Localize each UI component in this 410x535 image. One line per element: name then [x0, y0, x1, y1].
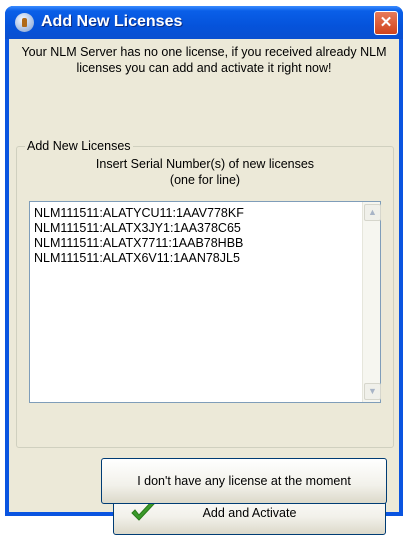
scroll-up-arrow-icon[interactable]: ▲ [364, 204, 381, 221]
group-legend: Add New Licenses [25, 139, 133, 153]
add-licenses-group: Add New Licenses Insert Serial Number(s)… [16, 139, 394, 535]
instruction-line-2: (one for line) [169, 173, 241, 187]
title-bar[interactable]: Add New Licenses ✕ [5, 6, 403, 39]
scroll-down-arrow-icon[interactable]: ▼ [364, 383, 381, 400]
app-icon [15, 13, 34, 32]
instruction-line-1: Insert Serial Number(s) of new licenses [95, 157, 315, 171]
instruction-text: Insert Serial Number(s) of new licenses … [17, 156, 393, 188]
serial-numbers-text: NLM111511:ALATYCU11:1AAV778KF NLM111511:… [34, 206, 244, 265]
serial-numbers-textarea[interactable]: NLM111511:ALATYCU11:1AAV778KF NLM111511:… [29, 201, 381, 403]
vertical-scrollbar[interactable]: ▲ ▼ [362, 202, 381, 402]
dialog-window: Add New Licenses ✕ Your NLM Server has n… [5, 6, 403, 535]
add-and-activate-label: Add and Activate [202, 505, 297, 520]
no-license-label: I don't have any license at the moment [137, 474, 351, 488]
info-message: Your NLM Server has no one license, if y… [21, 45, 387, 75]
window-title: Add New Licenses [41, 13, 183, 30]
close-button[interactable]: ✕ [374, 11, 398, 35]
no-license-button[interactable]: I don't have any license at the moment [101, 458, 387, 504]
dialog-body: Your NLM Server has no one license, if y… [9, 39, 399, 535]
